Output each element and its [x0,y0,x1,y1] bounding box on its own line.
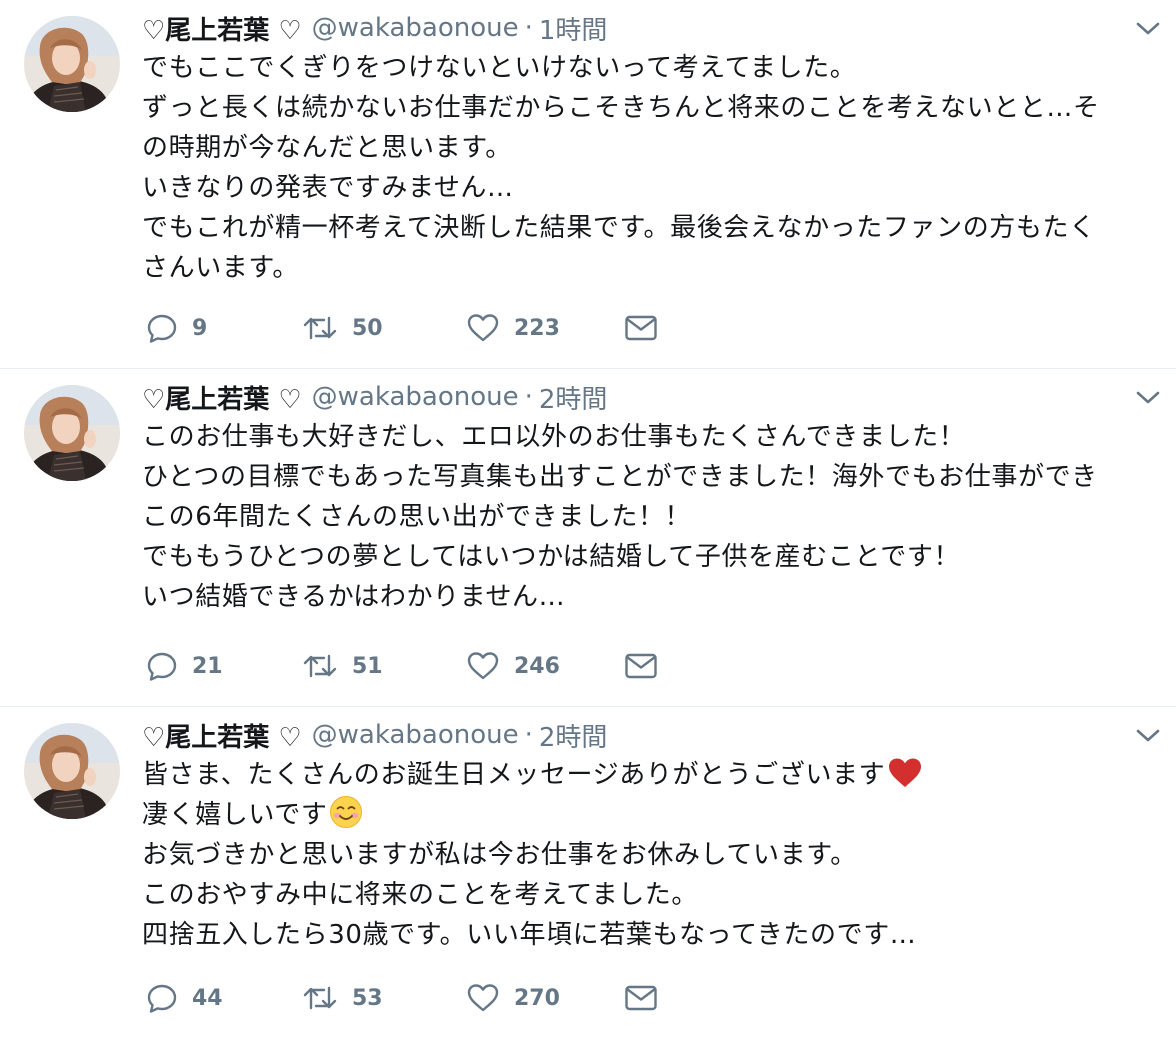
tweet-text-span: ずっと長くは続かないお仕事だからこそきちんと将来のことを考えないとと…そ [142,93,1100,123]
tweet-text-line: 四捨五入したら30歳です。いい年頃に若葉もなってきたのです… [142,915,1146,955]
heart-icon [467,984,499,1012]
retweet-button[interactable]: 50 [302,308,383,348]
reply-icon [147,652,177,681]
user-handle[interactable]: @wakabaonoue [312,13,519,43]
tweet-text-line: このお仕事も大好きだし、エロ以外のお仕事もたくさんできました！ [142,417,1146,457]
like-button[interactable]: 270 [466,978,560,1018]
separator-dot: · [524,720,533,750]
like-button[interactable]: 223 [466,308,560,348]
tweet-text-span: ひとつの目標でもあった写真集も出すことができました！海外でもお仕事ができ [142,462,1098,492]
tweet-text-line: 凄く嬉しいです [142,795,1146,835]
tweet-text-line: いきなりの発表ですみません… [142,168,1146,208]
display-name[interactable]: ♡尾上若葉 ♡ [142,10,302,47]
display-name[interactable]: ♡尾上若葉 ♡ [142,379,302,416]
reply-icon [147,314,177,343]
timeline: ♡尾上若葉 ♡ @wakabaonoue · 1時間 でもここでくぎりをつけない… [0,0,1176,1038]
tweet-text-span: 四捨五入したら30歳です。いい年頃に若葉もなってきたのです… [142,920,917,950]
red-heart-emoji-icon [889,758,922,787]
tweet-text-line: いつ結婚できるかはわかりません… [142,577,1146,617]
reply-count: 44 [192,985,223,1011]
tweet-text-line: ずっと長くは続かないお仕事だからこそきちんと将来のことを考えないとと…そ [142,88,1146,128]
smiling-face-emoji-icon [330,796,363,828]
retweet-count: 50 [352,315,383,341]
tweet-text-span: でもこれが精一杯考えて決断した結果です。最後会えなかったファンの方もたく [142,213,1096,243]
tweet[interactable]: ♡尾上若葉 ♡ @wakabaonoue · 2時間 このお仕事も大好きだし、エ… [0,369,1176,707]
tweet-text-line: でもこれが精一杯考えて決断した結果です。最後会えなかったファンの方もたく [142,208,1146,248]
like-count: 223 [514,315,560,341]
direct-message-button[interactable] [624,308,658,348]
display-name[interactable]: ♡尾上若葉 ♡ [142,717,302,754]
envelope-icon [625,315,657,341]
tweet-text-line: でももうひとつの夢としてはいつかは結婚して子供を産むことです！ [142,537,1146,577]
user-handle[interactable]: @wakabaonoue [312,720,519,750]
tweet-actions: 9 50 223 [142,308,682,348]
envelope-icon [625,653,657,679]
retweet-icon [303,654,337,678]
tweet-text: でもここでくぎりをつけないといけないって考えてました。ずっと長くは続かないお仕事… [142,48,1146,288]
reply-button[interactable]: 9 [146,308,207,348]
tweet-actions: 21 51 246 [142,646,682,686]
like-count: 270 [514,985,560,1011]
reply-button[interactable]: 21 [146,646,223,686]
direct-message-button[interactable] [624,646,658,686]
retweet-button[interactable]: 51 [302,646,383,686]
chevron-down-icon[interactable] [1134,387,1162,407]
tweet-text-line: さんいます。 [142,248,1146,288]
tweet-text-span: このおやすみ中に将来のことを考えてました。 [142,880,699,910]
separator-dot: · [524,382,533,412]
tweet-text-span: この6年間たくさんの思い出ができました！！ [142,502,692,532]
tweet-text-span: いきなりの発表ですみません… [142,173,514,203]
envelope-icon [625,985,657,1011]
heart-icon [467,314,499,342]
tweet[interactable]: ♡尾上若葉 ♡ @wakabaonoue · 1時間 でもここでくぎりをつけない… [0,0,1176,369]
tweet-text-line: の時期が今なんだと思います。 [142,128,1146,168]
tweet-text-span: さんいます。 [142,253,300,283]
tweet-text: このお仕事も大好きだし、エロ以外のお仕事もたくさんできました！ ひとつの目標でもあ… [142,417,1146,617]
avatar[interactable] [24,16,120,112]
tweet-text-span: でももうひとつの夢としてはいつかは結婚して子供を産むことです！ [142,542,961,572]
tweet-text-span: でもここでくぎりをつけないといけないって考えてました。 [142,53,857,83]
tweet-text-line: このおやすみ中に将来のことを考えてました。 [142,875,1146,915]
chevron-down-icon[interactable] [1134,18,1162,38]
heart-icon [467,652,499,680]
retweet-count: 51 [352,653,383,679]
tweet-actions: 44 53 270 [142,978,682,1018]
tweet-text-span: いつ結婚できるかはわかりません… [142,582,566,612]
tweet-text-span: 皆さま、たくさんのお誕生日メッセージありがとうございます [142,760,886,790]
like-button[interactable]: 246 [466,646,560,686]
tweet-header: ♡尾上若葉 ♡ @wakabaonoue · 2時間 [142,715,1146,755]
tweet-text-span: の時期が今なんだと思います。 [142,133,512,163]
tweet-text-line: でもここでくぎりをつけないといけないって考えてました。 [142,48,1146,88]
like-count: 246 [514,653,560,679]
user-handle[interactable]: @wakabaonoue [312,382,519,412]
timestamp[interactable]: 2時間 [539,379,608,416]
reply-icon [147,984,177,1013]
tweet-header: ♡尾上若葉 ♡ @wakabaonoue · 1時間 [142,8,1146,48]
tweet[interactable]: ♡尾上若葉 ♡ @wakabaonoue · 2時間 皆さま、たくさんのお誕生日… [0,707,1176,1038]
tweet-text-line: ひとつの目標でもあった写真集も出すことができました！海外でもお仕事ができ [142,457,1146,497]
chevron-down-icon[interactable] [1134,725,1162,745]
tweet-header: ♡尾上若葉 ♡ @wakabaonoue · 2時間 [142,377,1146,417]
tweet-text-span: 凄く嬉しいです [142,800,328,830]
tweet-text-line: この6年間たくさんの思い出ができました！！ [142,497,1146,537]
separator-dot: · [524,13,533,43]
avatar[interactable] [24,723,120,819]
reply-count: 21 [192,653,223,679]
retweet-icon [303,986,337,1010]
timestamp[interactable]: 1時間 [539,10,608,47]
tweet-text-span: お気づきかと思いますが私は今お仕事をお休みしています。 [142,840,857,870]
retweet-button[interactable]: 53 [302,978,383,1018]
reply-button[interactable]: 44 [146,978,223,1018]
retweet-icon [303,316,337,340]
direct-message-button[interactable] [624,978,658,1018]
tweet-text-line: 皆さま、たくさんのお誕生日メッセージありがとうございます [142,755,1146,795]
tweet-text-line: お気づきかと思いますが私は今お仕事をお休みしています。 [142,835,1146,875]
timestamp[interactable]: 2時間 [539,717,608,754]
reply-count: 9 [192,315,208,341]
avatar[interactable] [24,385,120,481]
retweet-count: 53 [352,985,383,1011]
tweet-text: 皆さま、たくさんのお誕生日メッセージありがとうございます 凄く嬉しいですお気づきか… [142,755,1146,955]
tweet-text-span: このお仕事も大好きだし、エロ以外のお仕事もたくさんできました！ [142,422,966,452]
